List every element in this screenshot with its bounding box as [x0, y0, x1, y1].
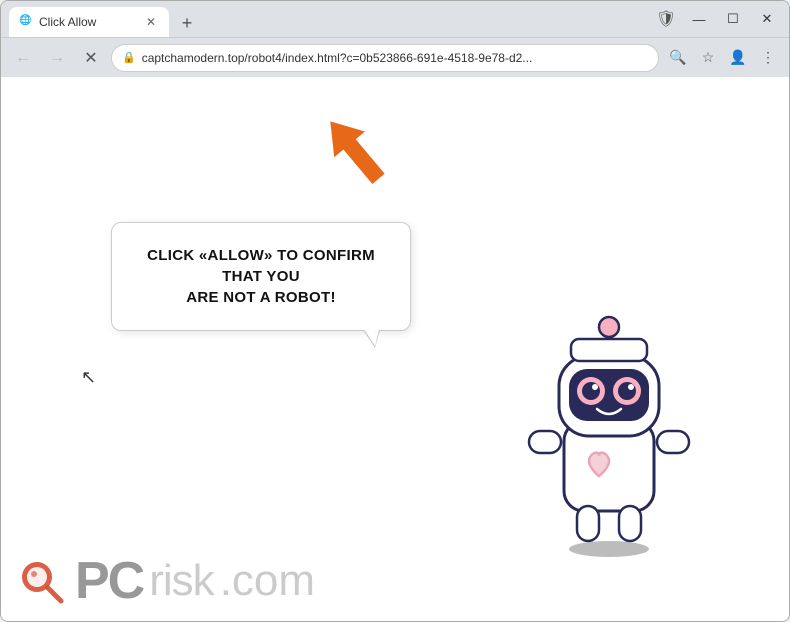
shield-icon: 🛡 — [653, 6, 679, 32]
profile-button[interactable]: 👤 — [725, 45, 751, 71]
tab-close-button[interactable]: ✕ — [143, 14, 159, 30]
minimize-button[interactable]: — — [685, 5, 713, 33]
tab-area: 🌐 Click Allow ✕ + — [9, 1, 649, 37]
close-button[interactable]: ✕ — [753, 5, 781, 33]
maximize-button[interactable]: ☐ — [719, 5, 747, 33]
speech-bubble: CLICK «ALLOW» TO CONFIRM THAT YOU ARE NO… — [111, 222, 411, 331]
reload-button[interactable]: ✕ — [77, 44, 105, 72]
new-tab-button[interactable]: + — [173, 9, 201, 37]
active-tab[interactable]: 🌐 Click Allow ✕ — [9, 7, 169, 37]
url-text: captchamodern.top/robot4/index.html?c=0b… — [142, 51, 648, 65]
bookmark-button[interactable]: ☆ — [695, 45, 721, 71]
pcrisk-brand: PC — [75, 551, 143, 611]
pcrisk-logo: PC risk .com — [75, 551, 315, 611]
menu-button[interactable]: ⋮ — [755, 45, 781, 71]
pcrisk-domain: .com — [220, 556, 315, 606]
robot-image — [509, 281, 709, 561]
magnifier-icon — [17, 557, 65, 605]
forward-button[interactable]: → — [43, 44, 71, 72]
bubble-text: CLICK «ALLOW» TO CONFIRM THAT YOU ARE NO… — [140, 245, 382, 308]
browser-window: 🌐 Click Allow ✕ + 🛡 — ☐ ✕ ← → ✕ 🔒 captch… — [0, 0, 790, 622]
watermark: PC risk .com — [1, 541, 789, 621]
pcrisk-suffix: risk — [149, 556, 213, 606]
address-bar-icons: 🔍 ☆ 👤 ⋮ — [665, 45, 781, 71]
back-button[interactable]: ← — [9, 44, 37, 72]
page-content: CLICK «ALLOW» TO CONFIRM THAT YOU ARE NO… — [1, 77, 789, 621]
tab-favicon: 🌐 — [19, 15, 33, 29]
mouse-cursor: ↖ — [81, 367, 96, 388]
window-controls: 🛡 — ☐ ✕ — [653, 5, 781, 33]
search-icon-button[interactable]: 🔍 — [665, 45, 691, 71]
url-bar[interactable]: 🔒 captchamodern.top/robot4/index.html?c=… — [111, 44, 659, 72]
lock-icon: 🔒 — [122, 51, 136, 64]
address-bar: ← → ✕ 🔒 captchamodern.top/robot4/index.h… — [1, 37, 789, 77]
title-bar: 🌐 Click Allow ✕ + 🛡 — ☐ ✕ — [1, 1, 789, 37]
tab-title: Click Allow — [39, 15, 137, 29]
